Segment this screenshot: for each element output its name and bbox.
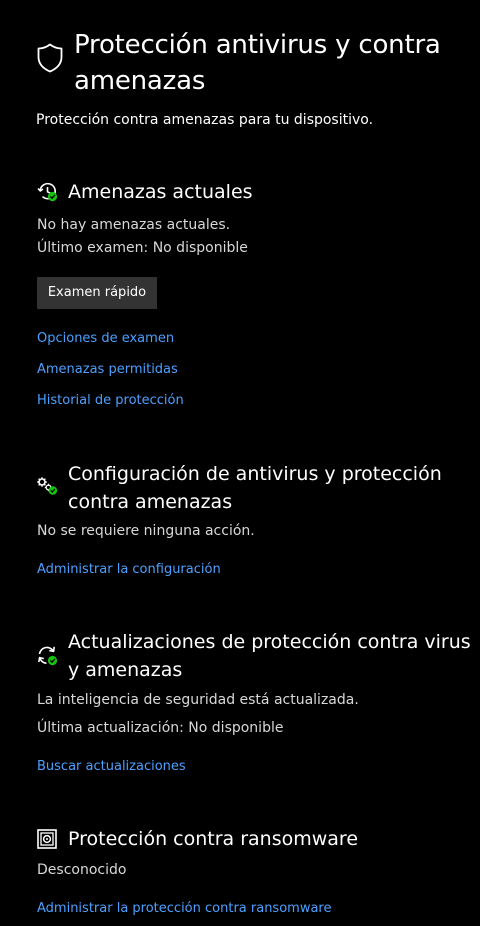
allowed-threats-link[interactable]: Amenazas permitidas <box>37 360 178 380</box>
protection-history-link[interactable]: Historial de protección <box>37 391 184 411</box>
check-updates-link[interactable]: Buscar actualizaciones <box>37 757 186 777</box>
manage-settings-link[interactable]: Administrar la configuración <box>37 560 221 580</box>
quick-scan-button[interactable]: Examen rápido <box>37 277 157 309</box>
scan-options-link[interactable]: Opciones de examen <box>37 329 174 349</box>
ransomware-title: Protección contra ransomware <box>68 828 359 850</box>
last-scan: Último examen: No disponible <box>37 240 248 256</box>
threats-status: No hay amenazas actuales. <box>37 217 231 233</box>
shield-icon <box>37 43 63 73</box>
gears-check-icon <box>37 476 59 496</box>
last-update: Última actualización: No disponible <box>37 720 284 736</box>
settings-status: No se requiere ninguna acción. <box>37 523 255 539</box>
refresh-check-icon <box>37 645 59 667</box>
history-check-icon <box>37 181 59 203</box>
updates-status: La inteligencia de seguridad está actual… <box>37 692 359 708</box>
ransomware-icon <box>37 829 57 849</box>
settings-title: Configuración de antivirus y protección … <box>68 463 442 513</box>
page-subtitle: Protección contra amenazas para tu dispo… <box>36 112 374 128</box>
page-title: Protección antivirus y contra amenazas <box>74 30 441 96</box>
ransomware-status: Desconocido <box>37 862 127 878</box>
current-threats-title: Amenazas actuales <box>68 181 253 203</box>
manage-ransomware-link[interactable]: Administrar la protección contra ransomw… <box>37 899 331 919</box>
updates-title: Actualizaciones de protección contra vir… <box>68 631 471 681</box>
